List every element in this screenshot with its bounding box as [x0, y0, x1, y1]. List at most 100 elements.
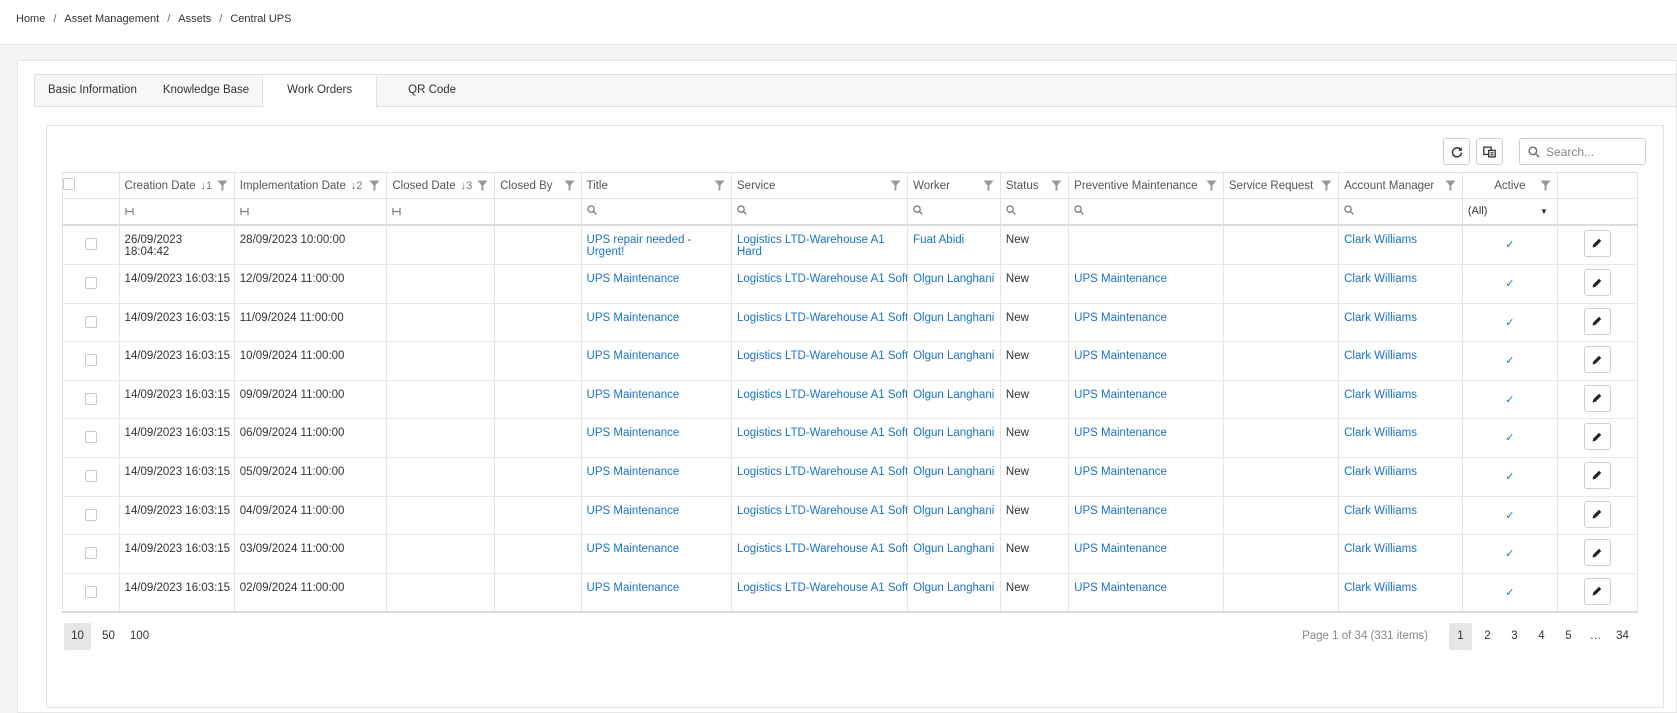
table-row[interactable]: 14/09/2023 16:03:15 09/09/2024 11:00:00 UP…: [62, 380, 1639, 420]
preventive-maintenance-link[interactable]: UPS Maintenance: [1074, 312, 1167, 324]
row-checkbox[interactable]: [84, 585, 97, 598]
table-row[interactable]: 14/09/2023 16:03:15 11/09/2024 11:00:00 UP…: [62, 303, 1639, 343]
row-checkbox[interactable]: [84, 237, 97, 250]
filter-icon[interactable]: [890, 180, 901, 194]
filter-icon[interactable]: [564, 180, 575, 194]
table-row[interactable]: 14/09/2023 16:03:15 12/09/2024 11:00:00 UP…: [62, 264, 1639, 304]
edit-button[interactable]: [1583, 423, 1611, 451]
table-row[interactable]: 14/09/2023 16:03:15 06/09/2024 11:00:00 UP…: [62, 418, 1639, 458]
filter-icon[interactable]: [1321, 180, 1332, 194]
table-row[interactable]: 14/09/2023 16:03:15 05/09/2024 11:00:00 UP…: [62, 457, 1639, 497]
edit-button[interactable]: [1583, 577, 1611, 605]
column-header-status[interactable]: Status: [999, 172, 1070, 199]
tab-work-orders[interactable]: Work Orders: [262, 74, 378, 108]
title-link[interactable]: UPS Maintenance: [587, 543, 680, 555]
preventive-maintenance-link[interactable]: UPS Maintenance: [1074, 466, 1167, 478]
column-header-closed-date[interactable]: Closed Date ↓3: [386, 172, 496, 199]
page-button-1[interactable]: 1: [1449, 623, 1472, 650]
filter-icon[interactable]: [1051, 180, 1062, 194]
preventive-maintenance-link[interactable]: UPS Maintenance: [1074, 273, 1167, 285]
row-checkbox[interactable]: [84, 469, 97, 482]
column-header-implementation-date[interactable]: Implementation Date ↓2: [233, 172, 388, 199]
column-header-service-request[interactable]: Service Request: [1222, 172, 1340, 199]
service-link[interactable]: Logistics LTD-Warehouse A1 Soft: [737, 389, 907, 401]
title-link[interactable]: UPS Maintenance: [587, 582, 680, 594]
service-link[interactable]: Logistics LTD-Warehouse A1 Soft: [737, 312, 907, 324]
search-filter-icon[interactable]: [1074, 205, 1084, 218]
page-size-10[interactable]: 10: [64, 623, 91, 650]
filter-icon[interactable]: [217, 180, 228, 194]
edit-button[interactable]: [1583, 500, 1611, 528]
column-header-active[interactable]: Active: [1461, 172, 1558, 199]
account-manager-link[interactable]: Clark Williams: [1344, 505, 1417, 517]
account-manager-link[interactable]: Clark Williams: [1344, 350, 1417, 362]
tab-knowledge-base[interactable]: Knowledge Base: [150, 74, 262, 107]
column-header-account-manager[interactable]: Account Manager: [1338, 172, 1463, 199]
row-checkbox[interactable]: [84, 392, 97, 405]
table-row[interactable]: 14/09/2023 16:03:15 10/09/2024 11:00:00 UP…: [62, 341, 1639, 381]
preventive-maintenance-link[interactable]: UPS Maintenance: [1074, 350, 1167, 362]
title-link[interactable]: UPS Maintenance: [587, 427, 680, 439]
worker-link[interactable]: Olgun Langhani: [913, 582, 994, 594]
worker-link[interactable]: Olgun Langhani: [913, 350, 994, 362]
breadcrumb-home[interactable]: Home: [16, 13, 45, 25]
table-row[interactable]: 14/09/2023 16:03:15 04/09/2024 11:00:00 UP…: [62, 496, 1639, 536]
account-manager-link[interactable]: Clark Williams: [1344, 427, 1417, 439]
refresh-button[interactable]: [1443, 138, 1470, 165]
row-checkbox[interactable]: [84, 354, 97, 367]
breadcrumb-assets[interactable]: Assets: [178, 13, 211, 25]
preventive-maintenance-link[interactable]: UPS Maintenance: [1074, 505, 1167, 517]
filter-icon[interactable]: [983, 180, 994, 194]
select-all-checkbox[interactable]: [63, 178, 75, 190]
title-link[interactable]: UPS Maintenance: [587, 312, 680, 324]
row-checkbox[interactable]: [84, 547, 97, 560]
table-row[interactable]: 14/09/2023 16:03:15 03/09/2024 11:00:00 UP…: [62, 534, 1639, 574]
title-link[interactable]: UPS Maintenance: [587, 273, 680, 285]
account-manager-link[interactable]: Clark Williams: [1344, 234, 1417, 246]
range-filter-icon[interactable]: [392, 206, 401, 218]
title-link[interactable]: UPS repair needed - Urgent!: [587, 234, 692, 258]
account-manager-link[interactable]: Clark Williams: [1344, 312, 1417, 324]
preventive-maintenance-link[interactable]: UPS Maintenance: [1074, 389, 1167, 401]
column-chooser-button[interactable]: [1476, 138, 1503, 165]
title-link[interactable]: UPS Maintenance: [587, 389, 680, 401]
service-link[interactable]: Logistics LTD-Warehouse A1 Soft: [737, 543, 907, 555]
search-filter-icon[interactable]: [1344, 205, 1354, 218]
row-checkbox[interactable]: [84, 315, 97, 328]
edit-button[interactable]: [1583, 461, 1611, 489]
search-filter-icon[interactable]: [737, 205, 747, 218]
edit-button[interactable]: [1583, 539, 1611, 567]
search-filter-icon[interactable]: [1006, 205, 1016, 218]
account-manager-link[interactable]: Clark Williams: [1344, 543, 1417, 555]
service-link[interactable]: Logistics LTD-Warehouse A1 Soft: [737, 273, 907, 285]
table-row[interactable]: 14/09/2023 16:03:15 02/09/2024 11:00:00 UP…: [62, 573, 1639, 613]
search-filter-icon[interactable]: [913, 205, 923, 218]
filter-icon[interactable]: [1206, 180, 1217, 194]
filter-icon[interactable]: [1540, 180, 1551, 194]
column-header-preventive-maintenance[interactable]: Preventive Maintenance: [1068, 172, 1224, 199]
account-manager-link[interactable]: Clark Williams: [1344, 466, 1417, 478]
table-row[interactable]: 26/09/2023 18:04:42 28/09/2023 10:00:00 UP…: [62, 224, 1639, 265]
row-checkbox[interactable]: [84, 431, 97, 444]
worker-link[interactable]: Olgun Langhani: [913, 273, 994, 285]
tab-basic-information[interactable]: Basic Information: [35, 74, 150, 107]
account-manager-link[interactable]: Clark Williams: [1344, 389, 1417, 401]
worker-link[interactable]: Olgun Langhani: [913, 466, 994, 478]
account-manager-link[interactable]: Clark Williams: [1344, 273, 1417, 285]
worker-link[interactable]: Olgun Langhani: [913, 389, 994, 401]
preventive-maintenance-link[interactable]: UPS Maintenance: [1074, 427, 1167, 439]
worker-link[interactable]: Fuat Abidi: [913, 234, 964, 246]
row-checkbox[interactable]: [84, 277, 97, 289]
page-button-4[interactable]: 4: [1530, 623, 1553, 650]
page-button-3[interactable]: 3: [1503, 623, 1526, 650]
page-button-34[interactable]: 34: [1611, 623, 1634, 650]
column-header-closed-by[interactable]: Closed By: [494, 172, 582, 199]
column-header-creation-date[interactable]: Creation Date ↓1: [118, 172, 235, 199]
title-link[interactable]: UPS Maintenance: [587, 466, 680, 478]
edit-button[interactable]: [1583, 307, 1611, 335]
search-filter-icon[interactable]: [586, 205, 597, 218]
page-size-50[interactable]: 50: [95, 623, 122, 650]
active-filter-select[interactable]: (All) ▼: [1468, 205, 1552, 217]
service-link[interactable]: Logistics LTD-Warehouse A1 Soft: [737, 350, 907, 362]
breadcrumb-asset-management[interactable]: Asset Management: [64, 13, 159, 25]
